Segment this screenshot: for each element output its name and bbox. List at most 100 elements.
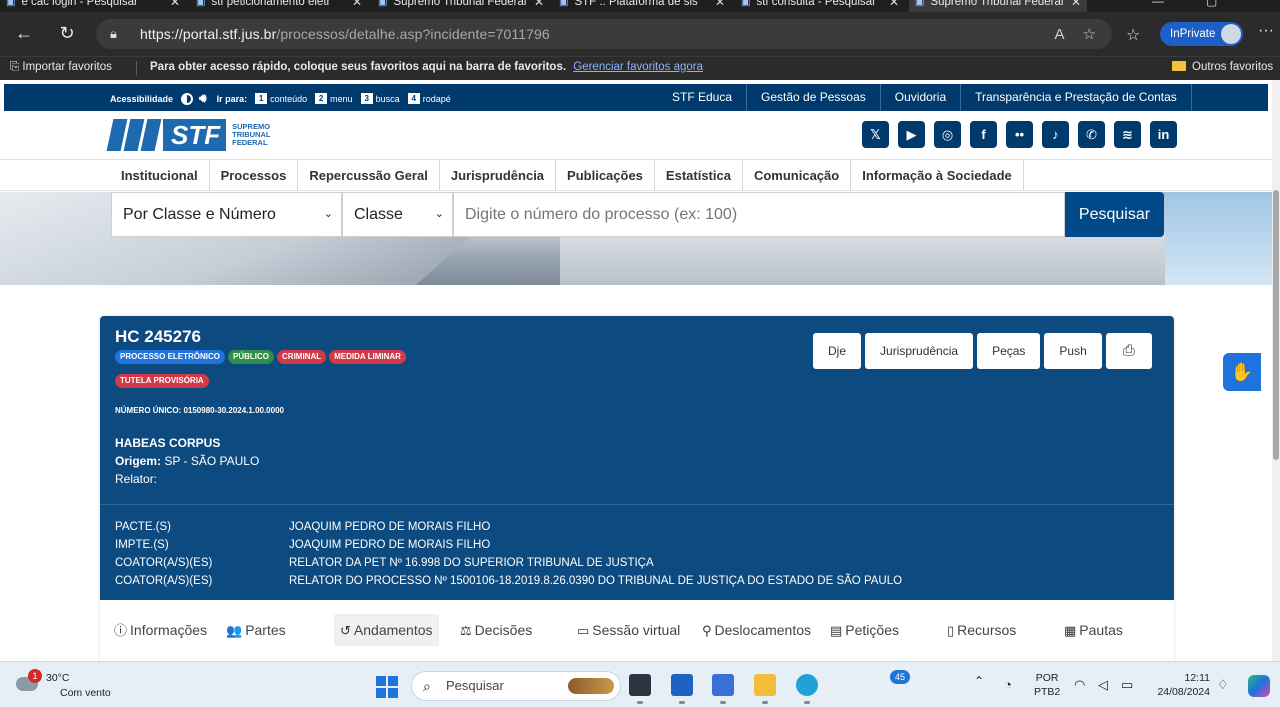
- task-view-icon[interactable]: [629, 674, 651, 704]
- flickr-icon[interactable]: ••: [1006, 121, 1033, 148]
- store-icon[interactable]: [671, 674, 693, 704]
- nav-item[interactable]: Institucional: [110, 160, 209, 191]
- tab-pautas[interactable]: ▦ Pautas: [1058, 614, 1129, 646]
- print-icon[interactable]: ⎙: [1105, 333, 1152, 369]
- back-icon[interactable]: ←: [12, 22, 36, 44]
- skip-link-rodapé[interactable]: rodapé: [423, 94, 451, 104]
- tiktok-icon[interactable]: ♪: [1042, 121, 1069, 148]
- tab-andamentos[interactable]: ↺ Andamentos: [334, 614, 439, 646]
- language-indicator[interactable]: POR PTB2: [1034, 671, 1060, 699]
- dje-button[interactable]: Dje: [813, 333, 862, 369]
- nav-item[interactable]: Publicações: [555, 160, 654, 191]
- peças-button[interactable]: Peças: [977, 333, 1041, 369]
- spotify-icon[interactable]: ≋: [1114, 121, 1141, 148]
- browser-tab[interactable]: ▣ stf peticionamento eletr ✕: [190, 0, 368, 12]
- close-icon[interactable]: ✕: [352, 0, 362, 9]
- nav-item[interactable]: Jurisprudência: [438, 160, 555, 191]
- tab-label: stf peticionamento eletr: [211, 0, 331, 8]
- browser-tab[interactable]: ▣ Supremo Tribunal Federal ✕: [372, 0, 550, 12]
- scrollbar[interactable]: [1272, 80, 1280, 661]
- tab-petições[interactable]: ▤ Petições: [824, 614, 905, 646]
- close-icon[interactable]: ✕: [170, 0, 180, 9]
- jurisprudência-button[interactable]: Jurisprudência: [865, 333, 974, 369]
- linkedin-icon[interactable]: in: [1150, 121, 1177, 148]
- sign-language-icon[interactable]: ✋: [1223, 353, 1261, 391]
- top-link[interactable]: Transparência e Prestação de Contas: [960, 84, 1192, 111]
- tab-sessão-virtual[interactable]: ▭ Sessão virtual: [571, 614, 686, 646]
- top-link[interactable]: Gestão de Pessoas: [746, 84, 880, 111]
- other-favorites-button[interactable]: Outros favoritos: [1172, 61, 1273, 73]
- skip-link-key[interactable]: 4: [407, 93, 420, 104]
- facebook-icon[interactable]: f: [970, 121, 997, 148]
- favorites-icon[interactable]: ☆: [1126, 25, 1140, 45]
- import-favorites-button[interactable]: ⎘ Importar favoritos: [10, 61, 112, 74]
- app-icon[interactable]: [712, 674, 734, 704]
- favorite-star-icon[interactable]: ☆: [1083, 26, 1096, 43]
- edge-icon[interactable]: [796, 674, 818, 704]
- process-number-input[interactable]: [453, 192, 1065, 237]
- refresh-icon[interactable]: ↻: [55, 22, 79, 44]
- search-type-select[interactable]: Por Classe e Número ⌄: [111, 192, 342, 237]
- push-button[interactable]: Push: [1044, 333, 1102, 369]
- file-explorer-icon[interactable]: [754, 674, 776, 704]
- nav-item[interactable]: Informação à Sociedade: [850, 160, 1024, 191]
- nav-item[interactable]: Processos: [208, 160, 298, 191]
- battery-icon[interactable]: ▭: [1121, 677, 1133, 693]
- browser-tab[interactable]: ▣ e cac login - Pesquisar ✕: [0, 0, 186, 12]
- youtube-icon[interactable]: ▶: [898, 121, 925, 148]
- manage-favorites-link[interactable]: Gerenciar favoritos agora: [573, 61, 703, 73]
- browser-tab[interactable]: ▣ STF :: Plataforma de sis ✕: [553, 0, 731, 12]
- browser-tab[interactable]: ▣ Supremo Tribunal Federal ✕: [909, 0, 1087, 12]
- more-menu-icon[interactable]: ···: [1258, 22, 1274, 40]
- whatsapp-icon[interactable]: ✆: [1078, 121, 1105, 148]
- tab-deslocamentos[interactable]: ⚲ Deslocamentos: [696, 614, 817, 646]
- url-text[interactable]: https://portal.stf.jus.br/processos/deta…: [140, 26, 550, 42]
- nav-item[interactable]: Repercussão Geral: [297, 160, 439, 191]
- top-link[interactable]: Ouvidoria: [879, 84, 960, 111]
- tab-icon: ▯: [947, 623, 955, 638]
- search-button[interactable]: Pesquisar: [1065, 192, 1164, 237]
- start-icon[interactable]: [376, 676, 398, 698]
- audio-icon[interactable]: 🔊︎: [199, 91, 207, 106]
- network-app-icon[interactable]: ◔: [1004, 677, 1012, 692]
- copilot-icon[interactable]: [1248, 675, 1270, 697]
- inprivate-button[interactable]: InPrivate: [1160, 22, 1243, 46]
- nav-item[interactable]: Estatística: [653, 160, 742, 191]
- skip-link-busca[interactable]: busca: [376, 94, 400, 104]
- contrast-icon[interactable]: [181, 92, 194, 105]
- clock[interactable]: 12:11 24/08/2024: [1152, 671, 1210, 699]
- skip-link-key[interactable]: 3: [360, 93, 373, 104]
- wifi-icon[interactable]: ◠: [1074, 677, 1085, 693]
- party-row: IMPTE.(S) JOAQUIM PEDRO DE MORAIS FILHO: [115, 539, 902, 557]
- taskbar-search[interactable]: ⌕ Pesquisar: [411, 671, 621, 701]
- tab-recursos[interactable]: ▯ Recursos: [941, 614, 1022, 646]
- close-icon[interactable]: ✕: [715, 0, 725, 9]
- url-field[interactable]: 🔒︎ https://portal.stf.jus.br/processos/d…: [96, 19, 1112, 49]
- close-icon[interactable]: ✕: [889, 0, 899, 9]
- tab-partes[interactable]: 👥 Partes: [220, 614, 292, 646]
- read-aloud-icon[interactable]: A: [1055, 26, 1065, 43]
- instagram-icon[interactable]: ◎: [934, 121, 961, 148]
- process-card: HC 245276 PROCESSO ELETRÔNICO PÚBLICO CRIM…: [100, 316, 1174, 661]
- main-nav: Institucional Processos Repercussão Geral J…: [0, 159, 1280, 191]
- close-icon[interactable]: ✕: [534, 0, 544, 9]
- close-icon[interactable]: ✕: [1071, 0, 1081, 9]
- stf-logo[interactable]: STF SUPREMO TRIBUNAL FEDERAL: [106, 119, 270, 151]
- tab-label: Informações: [130, 622, 208, 638]
- bell-icon[interactable]: ♢: [1217, 677, 1229, 693]
- browser-tab[interactable]: ▣ stf consulta - Pesquisar ✕: [735, 0, 905, 12]
- tab-informações[interactable]: ⓘ Informações: [108, 614, 213, 646]
- class-select[interactable]: Classe ⌄: [342, 192, 453, 237]
- skip-link-key[interactable]: 2: [315, 93, 328, 104]
- restore-icon[interactable]: ▢: [1206, 0, 1217, 8]
- skip-link-key[interactable]: 1: [255, 93, 268, 104]
- x-icon[interactable]: 𝕏: [862, 121, 889, 148]
- top-link[interactable]: STF Educa: [658, 84, 746, 111]
- minimize-icon[interactable]: —: [1152, 0, 1164, 8]
- volume-icon[interactable]: ◁: [1098, 677, 1108, 693]
- chevron-up-icon[interactable]: ⌃: [974, 674, 984, 688]
- skip-link-conteúdo[interactable]: conteúdo: [270, 94, 307, 104]
- skip-link-menu[interactable]: menu: [330, 94, 353, 104]
- nav-item[interactable]: Comunicação: [741, 160, 850, 191]
- tab-decisões[interactable]: ⚖ Decisões: [454, 614, 538, 646]
